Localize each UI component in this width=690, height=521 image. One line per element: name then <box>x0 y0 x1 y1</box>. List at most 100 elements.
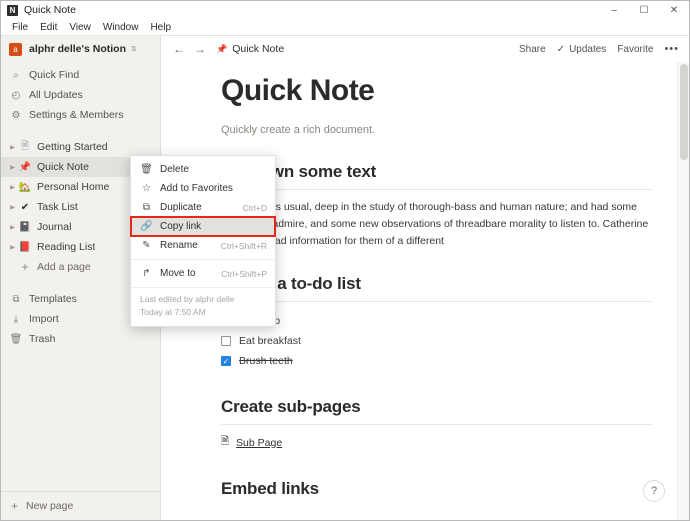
page-title[interactable]: Quick Note <box>221 74 653 108</box>
house-icon: 🏡 <box>18 181 32 193</box>
chevron-right-icon[interactable]: ▶ <box>7 224 18 231</box>
arrow-left-icon[interactable]: ← <box>173 42 185 56</box>
gear-icon: ⚙ <box>11 109 21 121</box>
subpage-label: Sub Page <box>236 436 283 449</box>
sidebar-page-label: Task List <box>37 201 78 213</box>
section-heading-embed[interactable]: Embed links <box>221 479 653 499</box>
todo-label: Brush teeth <box>239 355 293 367</box>
context-menu-footer: Last edited by alphr delle Today at 7:50… <box>131 287 275 326</box>
maximize-button[interactable]: ☐ <box>629 1 659 19</box>
breadcrumb-label: Quick Note <box>232 43 285 55</box>
document-icon: 🗎 <box>20 140 30 152</box>
sidebar-item-trash[interactable]: 🗑 Trash <box>1 329 160 349</box>
link-icon: 🔗 <box>140 221 153 232</box>
pushpin-icon: 📌 <box>18 161 32 173</box>
updates-button[interactable]: ✓ Updates <box>557 44 607 55</box>
section-paragraph[interactable]: and Mary, as usual, deep in the study of… <box>221 199 653 250</box>
context-menu-item-delete[interactable]: 🗑 Delete <box>131 160 275 179</box>
window-title: Quick Note <box>24 4 76 16</box>
sidebar-item-settings-members[interactable]: ⚙ Settings & Members <box>1 105 160 125</box>
context-menu-shortcut: Ctrl+Shift+R <box>220 240 267 251</box>
breadcrumb[interactable]: 📌 Quick Note <box>216 43 284 55</box>
todo-item[interactable]: Eat breakfast <box>221 331 653 351</box>
last-edited-time: Today at 7:50 AM <box>140 307 206 317</box>
more-options-icon[interactable]: ••• <box>664 43 679 55</box>
trash-icon: 🗑 <box>140 164 153 175</box>
nav-arrows: ← → <box>173 42 206 56</box>
context-menu-shortcut: Ctrl+Shift+P <box>221 268 267 279</box>
sidebar-page-label: Add a page <box>37 261 91 273</box>
divider <box>221 301 653 302</box>
todo-item[interactable]: ✓ Brush teeth <box>221 351 653 371</box>
menu-view[interactable]: View <box>63 21 97 34</box>
sidebar-page-label: Reading List <box>37 241 96 253</box>
sidebar-item-all-updates[interactable]: ◴ All Updates <box>1 85 160 105</box>
favorite-button[interactable]: Favorite <box>617 44 653 55</box>
minimize-button[interactable]: – <box>599 1 629 19</box>
plus-icon: + <box>21 260 29 274</box>
todo-item[interactable]: Wake up <box>221 311 653 331</box>
chevron-right-icon[interactable]: ▶ <box>7 144 18 151</box>
workspace-avatar: a <box>9 42 22 56</box>
page-subtitle[interactable]: Quickly create a rich document. <box>221 124 653 136</box>
last-edited-by: Last edited by alphr delle <box>140 294 235 304</box>
import-icon: ⤓ <box>13 313 19 325</box>
chevron-right-icon[interactable]: ▶ <box>7 184 18 191</box>
context-menu-item-rename[interactable]: ✎ Rename Ctrl+Shift+R <box>131 236 275 255</box>
menu-help[interactable]: Help <box>144 21 177 34</box>
favorite-label: Favorite <box>617 43 654 55</box>
menu-window[interactable]: Window <box>97 21 145 34</box>
new-page-button[interactable]: + New page <box>1 492 160 520</box>
app-window: N Quick Note – ☐ ✕ File Edit View Window… <box>0 0 690 521</box>
body: a alphr delle's Notion ⇅ ⌕ Quick Find ◴ … <box>1 36 689 520</box>
sidebar-item-label: Quick Find <box>29 69 80 81</box>
pencil-icon: ✎ <box>142 240 151 251</box>
vertical-scrollbar[interactable] <box>677 62 689 520</box>
scrollbar-thumb[interactable] <box>680 64 688 160</box>
duplicate-icon: ⧉ <box>142 202 151 213</box>
share-button[interactable]: Share <box>519 44 546 55</box>
todo-label: Eat breakfast <box>239 335 301 347</box>
checkbox-checked-icon[interactable]: ✓ <box>221 356 231 366</box>
context-menu-item-add-to-favorites[interactable]: ☆ Add to Favorites <box>131 179 275 198</box>
context-menu-item-label: Delete <box>160 164 189 175</box>
section-heading-subpages[interactable]: Create sub-pages <box>221 397 653 417</box>
sidebar-item-label: Templates <box>29 293 77 305</box>
divider <box>221 424 653 425</box>
context-menu: 🗑 Delete ☆ Add to Favorites ⧉ Duplicate … <box>130 155 276 327</box>
notebook-icon: 📓 <box>18 221 32 233</box>
section-heading-todo[interactable]: Create a to-do list <box>221 274 653 294</box>
checkbox-unchecked-icon[interactable] <box>221 336 231 346</box>
workspace-switcher[interactable]: a alphr delle's Notion ⇅ <box>1 36 160 62</box>
context-menu-separator <box>131 259 275 260</box>
section-heading-text[interactable]: Jot down some text <box>221 162 653 182</box>
chevron-right-icon[interactable]: ▶ <box>7 164 18 171</box>
todo-list: Wake up Eat breakfast ✓ Brush teeth <box>221 311 653 371</box>
document-icon: 🗎 <box>221 436 230 447</box>
chevron-right-icon[interactable]: ▶ <box>7 244 18 251</box>
divider <box>221 189 653 190</box>
sidebar-bottom: + New page <box>1 491 160 520</box>
menubar: File Edit View Window Help <box>1 19 689 36</box>
context-menu-item-move-to[interactable]: ↱ Move to Ctrl+Shift+P <box>131 264 275 283</box>
context-menu-item-label: Add to Favorites <box>160 183 233 194</box>
close-button[interactable]: ✕ <box>659 1 689 19</box>
subpage-link[interactable]: 🗎 Sub Page <box>221 434 653 451</box>
sidebar-page-label: Personal Home <box>37 181 110 193</box>
sidebar-item-label: Settings & Members <box>29 109 124 121</box>
sidebar-item-label: Import <box>29 313 59 325</box>
context-menu-item-copy-link[interactable]: 🔗 Copy link <box>130 216 276 237</box>
context-menu-item-duplicate[interactable]: ⧉ Duplicate Ctrl+D <box>131 198 275 217</box>
sidebar-nav: ⌕ Quick Find ◴ All Updates ⚙ Settings & … <box>1 62 160 125</box>
menu-edit[interactable]: Edit <box>34 21 63 34</box>
move-to-icon: ↱ <box>142 268 151 279</box>
pushpin-icon: 📌 <box>216 43 228 54</box>
sidebar-page-getting-started[interactable]: ▶ 🗎 Getting Started <box>1 137 160 157</box>
arrow-right-icon[interactable]: → <box>194 42 206 56</box>
sidebar-item-quick-find[interactable]: ⌕ Quick Find <box>1 65 160 85</box>
menu-file[interactable]: File <box>6 21 34 34</box>
updates-label: Updates <box>569 43 607 55</box>
help-button[interactable]: ? <box>643 480 665 502</box>
chevron-right-icon[interactable]: ▶ <box>7 204 18 211</box>
templates-icon: ⧉ <box>12 293 20 305</box>
